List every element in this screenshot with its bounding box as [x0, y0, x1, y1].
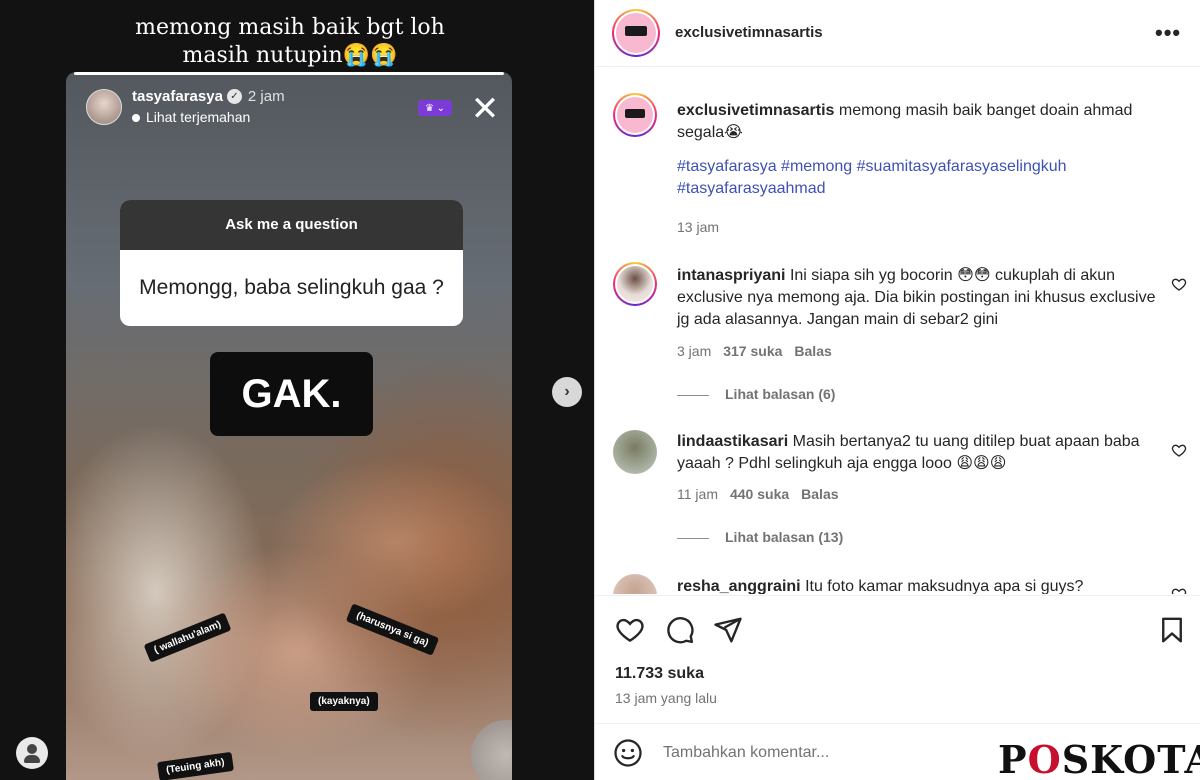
caption-line-2: masih nutupin😭😭 — [182, 43, 398, 68]
more-options-icon[interactable]: ••• — [1155, 20, 1181, 46]
comment-username[interactable]: intanaspriyani — [677, 267, 785, 284]
caption-username[interactable]: exclusivetimnasartis — [677, 102, 834, 119]
story-time: 2 jam — [247, 88, 285, 105]
caption-text: exclusivetimnasartis memong masih baik b… — [677, 100, 1162, 200]
text-sticker: ( wallahu'alam) — [143, 612, 232, 663]
translate-label: Lihat terjemahan — [146, 109, 251, 125]
next-media-button[interactable]: › — [552, 377, 582, 407]
story-progress-bar — [74, 72, 504, 75]
view-replies-button[interactable]: Lihat balasan (6) — [677, 386, 835, 402]
comments-section[interactable]: exclusivetimnasartis memong masih baik b… — [595, 68, 1200, 594]
bookmark-icon[interactable] — [1157, 615, 1187, 645]
comment-text: intanaspriyani Ini siapa sih yg bocorin … — [677, 265, 1162, 331]
translate-dot-icon — [132, 114, 140, 122]
media-panel: memong masih baik bgt loh masih nutupin😭… — [0, 0, 594, 780]
post-actions: 11.733 suka 13 jam yang lalu — [595, 595, 1200, 723]
comment-username[interactable]: lindaastikasari — [677, 433, 788, 450]
question-sticker-title: Ask me a question — [120, 200, 463, 250]
emoji-icon[interactable] — [613, 738, 643, 768]
comment-text: lindaastikasari Masih bertanya2 tu uang … — [677, 431, 1162, 475]
author-avatar[interactable] — [612, 9, 660, 57]
story-decoration — [471, 720, 512, 780]
caption-avatar[interactable] — [613, 93, 657, 137]
comment-bubble-icon[interactable] — [665, 615, 695, 645]
caption-hashtags[interactable]: #tasyafarasya #memong #suamitasyafarasya… — [677, 158, 1067, 197]
like-heart-icon[interactable] — [615, 615, 645, 645]
post-timestamp: 13 jam yang lalu — [615, 690, 717, 706]
heart-icon[interactable] — [1171, 442, 1187, 458]
poskota-watermark-logo: POSKOTA — [998, 737, 1200, 780]
author-username[interactable]: exclusivetimnasartis — [675, 24, 823, 41]
story-screenshot: tasyafarasya ✓ 2 jam Lihat terjemahan ♛ ⌄ … — [66, 72, 512, 780]
post-header: exclusivetimnasartis ••• — [595, 0, 1200, 67]
caption-time: 13 jam — [677, 219, 720, 235]
question-sticker-text: Memongg, baba selingkuh gaa ? — [139, 276, 444, 299]
image-caption: memong masih baik bgt loh masih nutupin😭… — [0, 14, 580, 70]
story-avatar — [86, 88, 122, 125]
comment-input[interactable] — [663, 738, 993, 768]
reply-button[interactable]: Balas — [794, 343, 831, 359]
tagged-user-icon[interactable] — [16, 737, 48, 769]
comment-text: resha_anggraini Itu foto kamar maksudnya… — [677, 576, 1162, 594]
comment-username[interactable]: resha_anggraini — [677, 578, 801, 594]
comment-time: 3 jam — [677, 343, 712, 359]
story-translate-link: Lihat terjemahan — [132, 109, 285, 125]
text-sticker: (kayaknya) — [310, 692, 378, 711]
comment-likes[interactable]: 440 suka — [730, 486, 789, 502]
comment-likes[interactable]: 317 suka — [723, 343, 782, 359]
answer-text: GAK. — [210, 352, 373, 436]
comment-meta: 11 jam 440 suka Balas — [677, 486, 851, 502]
crown-badge-icon: ♛ ⌄ — [418, 100, 452, 116]
story-username: tasyafarasya — [132, 88, 223, 105]
reply-button[interactable]: Balas — [801, 486, 838, 502]
comment-meta: 3 jam 317 suka Balas — [677, 343, 844, 359]
share-send-icon[interactable] — [713, 615, 743, 645]
likes-count[interactable]: 11.733 suka — [615, 665, 704, 683]
question-sticker: Ask me a question Memongg, baba selingku… — [120, 200, 463, 326]
view-replies-button[interactable]: Lihat balasan (13) — [677, 529, 843, 545]
comment-body: Itu foto kamar maksudnya apa si guys? — [805, 578, 1084, 594]
story-close-icon: ✕ — [470, 90, 500, 128]
comment-avatar[interactable] — [613, 574, 657, 594]
heart-icon[interactable] — [1171, 586, 1187, 594]
comment-time: 11 jam — [677, 486, 718, 502]
text-sticker: (harusnya si ga) — [345, 603, 439, 656]
caption-line-1: memong masih baik bgt loh — [135, 15, 445, 40]
comment-avatar[interactable] — [613, 262, 657, 306]
post-panel: exclusivetimnasartis ••• exclusivetimnas… — [594, 0, 1200, 780]
heart-icon[interactable] — [1171, 276, 1187, 292]
chevron-right-icon: › — [564, 383, 570, 400]
text-sticker: (Teuing akh) — [157, 751, 234, 780]
verified-badge-icon: ✓ — [226, 89, 242, 105]
story-header: tasyafarasya ✓ 2 jam Lihat terjemahan — [86, 88, 285, 125]
comment-avatar[interactable] — [613, 430, 657, 474]
